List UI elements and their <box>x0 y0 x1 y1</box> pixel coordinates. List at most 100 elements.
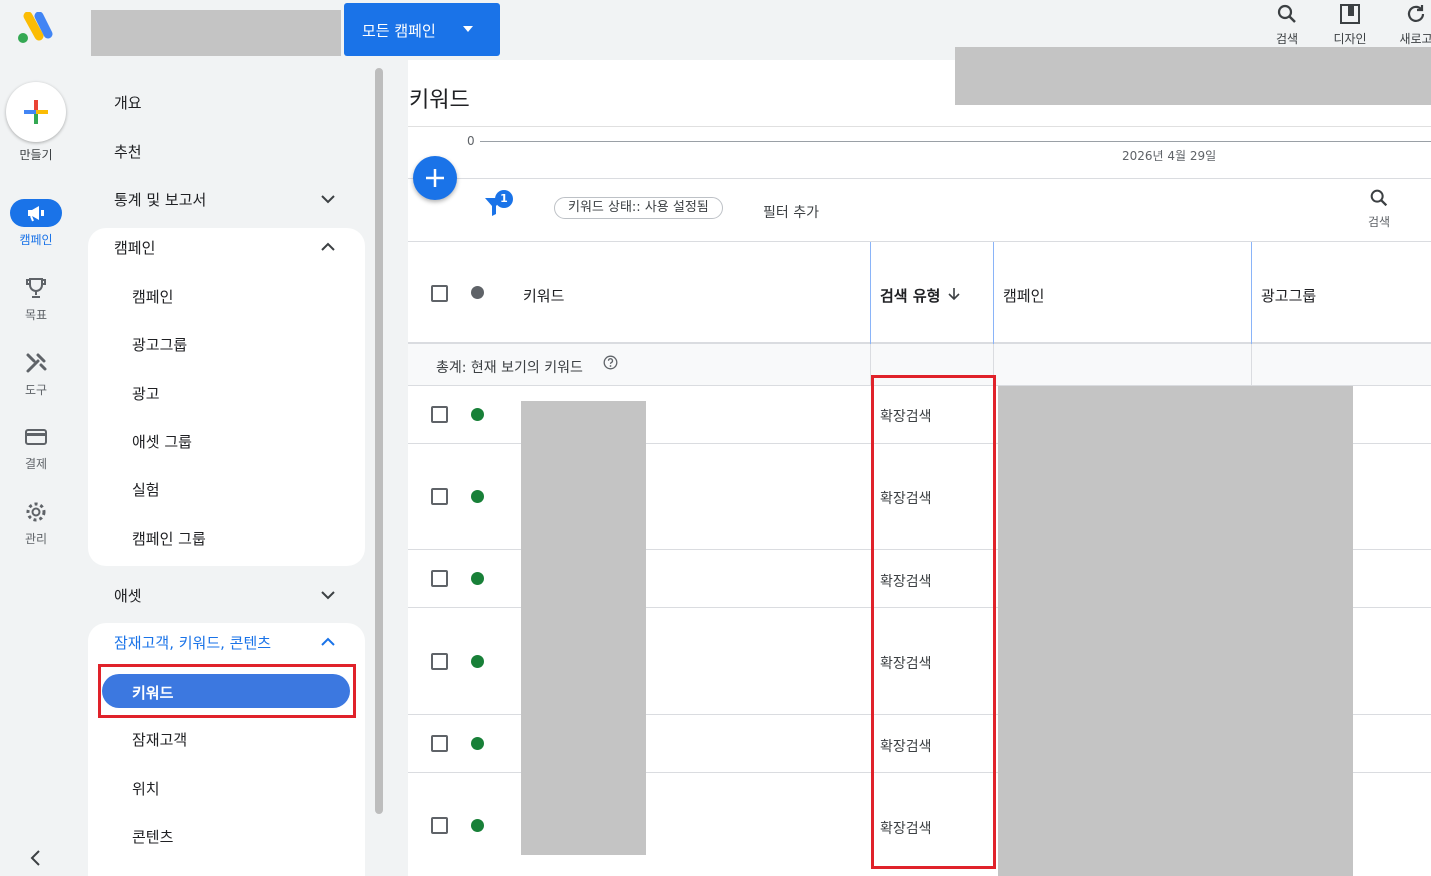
totals-label: 총계: 현재 보기의 키워드 <box>436 360 583 376</box>
navigation-panel: 개요 추천 통계 및 보고서 캠페인 캠페인 광고그룹 광고 애셋 그룹 실험 … <box>88 70 368 876</box>
column-divider <box>1251 242 1252 344</box>
rail-label: 도구 <box>24 383 48 397</box>
nav-item-reports[interactable]: 통계 및 보고서 <box>114 189 206 210</box>
nav-scrollbar[interactable] <box>375 68 383 814</box>
column-divider <box>870 242 871 344</box>
performance-chart <box>408 126 1431 178</box>
row-checkbox[interactable] <box>431 488 448 505</box>
nav-item-audiences[interactable]: 잠재고객 <box>132 729 187 750</box>
rail-item-billing[interactable]: 결제 <box>0 423 72 472</box>
dropdown-caret-icon <box>463 26 473 32</box>
search-icon <box>1370 189 1388 207</box>
status-enabled-dot <box>471 655 484 668</box>
add-filter-button[interactable]: 필터 추가 <box>763 202 819 222</box>
row-checkbox[interactable] <box>431 735 448 752</box>
chevron-down-icon[interactable] <box>320 587 336 603</box>
row-checkbox[interactable] <box>431 817 448 834</box>
table-search-button[interactable]: 검색 <box>1358 187 1400 230</box>
nav-item-campaign-groups[interactable]: 캠페인 그룹 <box>132 528 206 549</box>
status-enabled-dot <box>471 819 484 832</box>
campaign-column-redacted <box>998 386 1353 876</box>
nav-group-audiences: 잠재고객, 키워드, 콘텐츠 잠재고객 위치 콘텐츠 <box>88 623 365 876</box>
rail-label: 목표 <box>24 308 48 322</box>
top-search-button[interactable]: 검색 <box>1259 2 1315 47</box>
tools-icon <box>10 349 62 377</box>
status-enabled-dot <box>471 490 484 503</box>
filter-chip-status[interactable]: 키워드 상태:: 사용 설정됨 <box>554 197 723 219</box>
row-checkbox[interactable] <box>431 570 448 587</box>
account-name-redacted <box>91 10 341 56</box>
row-checkbox[interactable] <box>431 653 448 670</box>
status-column-icon <box>471 286 484 299</box>
nav-group-campaigns: 캠페인 캠페인 광고그룹 광고 애셋 그룹 실험 캠페인 그룹 <box>88 228 365 566</box>
nav-item-ads[interactable]: 광고 <box>132 383 160 404</box>
nav-item-ad-groups[interactable]: 광고그룹 <box>132 334 187 355</box>
rail-item-tools[interactable]: 도구 <box>0 349 72 398</box>
credit-card-icon <box>10 423 62 451</box>
keyword-text-redacted <box>521 401 646 855</box>
status-enabled-dot <box>471 737 484 750</box>
rail-label: 결제 <box>24 457 48 471</box>
top-tool-label: 디자인 <box>1333 32 1367 46</box>
top-tool-label: 새로고 <box>1399 32 1431 46</box>
add-keyword-button[interactable] <box>413 156 457 200</box>
trophy-icon <box>10 274 62 302</box>
highlight-box-keywords-nav <box>98 664 356 718</box>
page-title: 키워드 <box>409 88 470 113</box>
nav-item-campaigns[interactable]: 캠페인 <box>132 286 173 307</box>
column-header-campaign[interactable]: 캠페인 <box>1003 285 1044 306</box>
top-tool-label: 검색 <box>1275 32 1299 46</box>
chevron-up-icon[interactable] <box>320 634 336 650</box>
rail-item-goals[interactable]: 목표 <box>0 274 72 323</box>
rail-label: 관리 <box>24 532 48 546</box>
chevron-down-icon[interactable] <box>320 191 336 207</box>
nav-item-locations[interactable]: 위치 <box>132 778 160 799</box>
rail-item-campaigns[interactable]: 캠페인 <box>0 199 72 248</box>
top-appearance-button[interactable]: 디자인 <box>1322 2 1378 47</box>
status-enabled-dot <box>471 408 484 421</box>
rail-item-admin[interactable]: 관리 <box>0 498 72 547</box>
rail-label: 캠페인 <box>19 233 53 247</box>
campaign-selector-label: 모든 캠페인 <box>362 22 436 40</box>
nav-item-asset-groups[interactable]: 애셋 그룹 <box>132 431 192 452</box>
highlight-box-match-type-column <box>871 375 996 869</box>
create-button[interactable] <box>6 82 66 142</box>
chart-axis <box>480 141 1431 142</box>
filter-count-badge: 1 <box>495 190 513 208</box>
nav-item-assets[interactable]: 애셋 <box>114 585 142 606</box>
chart-date-label: 2026년 4월 29일 <box>1122 149 1217 163</box>
nav-item-experiments[interactable]: 실험 <box>132 479 160 500</box>
chevron-up-icon[interactable] <box>320 239 336 255</box>
column-divider <box>1251 344 1252 386</box>
nav-group-title[interactable]: 캠페인 <box>114 237 155 258</box>
create-label: 만들기 <box>19 148 53 162</box>
chart-y-zero-label: 0 <box>467 134 475 148</box>
appearance-icon <box>1340 4 1360 24</box>
column-header-keyword[interactable]: 키워드 <box>523 285 564 306</box>
status-enabled-dot <box>471 572 484 585</box>
sort-arrow-down-icon[interactable] <box>948 287 960 301</box>
column-divider <box>993 242 994 344</box>
google-ads-logo[interactable] <box>15 12 53 46</box>
campaign-selector-button[interactable]: 모든 캠페인 <box>344 3 500 56</box>
nav-item-content[interactable]: 콘텐츠 <box>132 826 173 847</box>
refresh-icon <box>1407 5 1425 22</box>
select-all-checkbox[interactable] <box>431 285 448 302</box>
nav-group-title[interactable]: 잠재고객, 키워드, 콘텐츠 <box>114 632 271 653</box>
search-icon <box>1277 4 1296 23</box>
plus-icon <box>426 169 444 187</box>
column-header-ad-group[interactable]: 광고그룹 <box>1261 285 1316 306</box>
nav-item-recommendations[interactable]: 추천 <box>114 141 142 162</box>
top-refresh-button[interactable]: 새로고 <box>1388 2 1431 47</box>
search-label: 검색 <box>1367 215 1391 229</box>
left-rail: 만들기 캠페인 목표 도구 결제 관리 <box>0 0 72 876</box>
nav-item-overview[interactable]: 개요 <box>114 92 142 113</box>
megaphone-icon <box>10 199 62 227</box>
column-header-match-type[interactable]: 검색 유형 <box>880 285 940 306</box>
chevron-left-icon[interactable] <box>26 848 46 868</box>
row-checkbox[interactable] <box>431 406 448 423</box>
gear-icon <box>10 498 62 526</box>
header-redacted <box>955 47 1431 105</box>
plus-icon <box>24 100 48 124</box>
help-icon[interactable] <box>603 355 618 370</box>
